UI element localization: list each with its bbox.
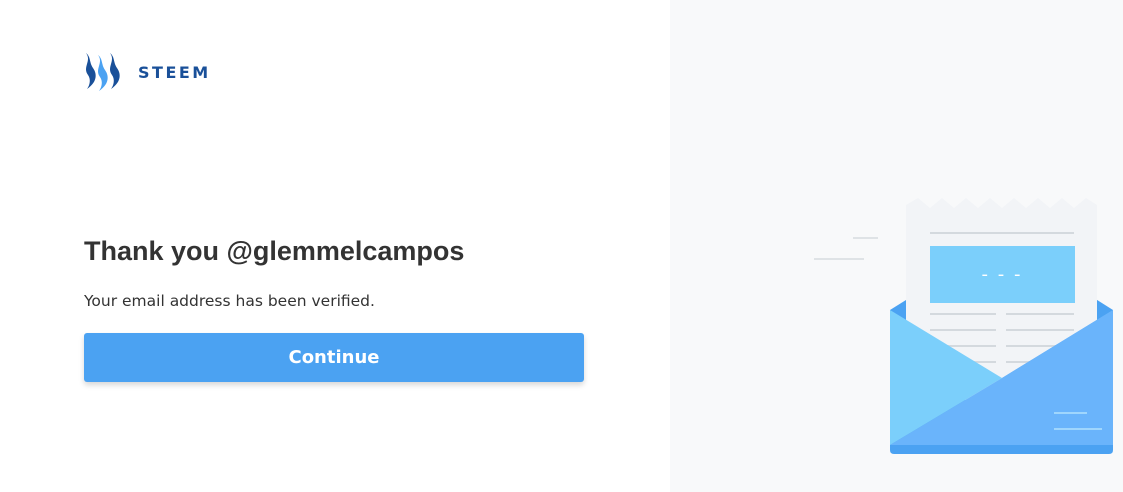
content-panel: STEEM Thank you @glemmelcampos Your emai…: [0, 0, 670, 492]
illustration-panel: - - -: [670, 0, 1123, 492]
letter-dashes: - - -: [982, 264, 1023, 285]
envelope-bottom-edge: [890, 445, 1113, 454]
verification-message: Your email address has been verified.: [84, 292, 375, 310]
steem-logo-icon: [86, 53, 120, 91]
verification-page: STEEM Thank you @glemmelcampos Your emai…: [0, 0, 1123, 492]
steem-logo[interactable]: STEEM: [82, 50, 211, 94]
open-envelope-with-letter-icon: - - -: [814, 198, 1113, 454]
continue-button[interactable]: Continue: [84, 333, 584, 382]
brand-name: STEEM: [138, 62, 211, 82]
page-title: Thank you @glemmelcampos: [84, 236, 465, 266]
